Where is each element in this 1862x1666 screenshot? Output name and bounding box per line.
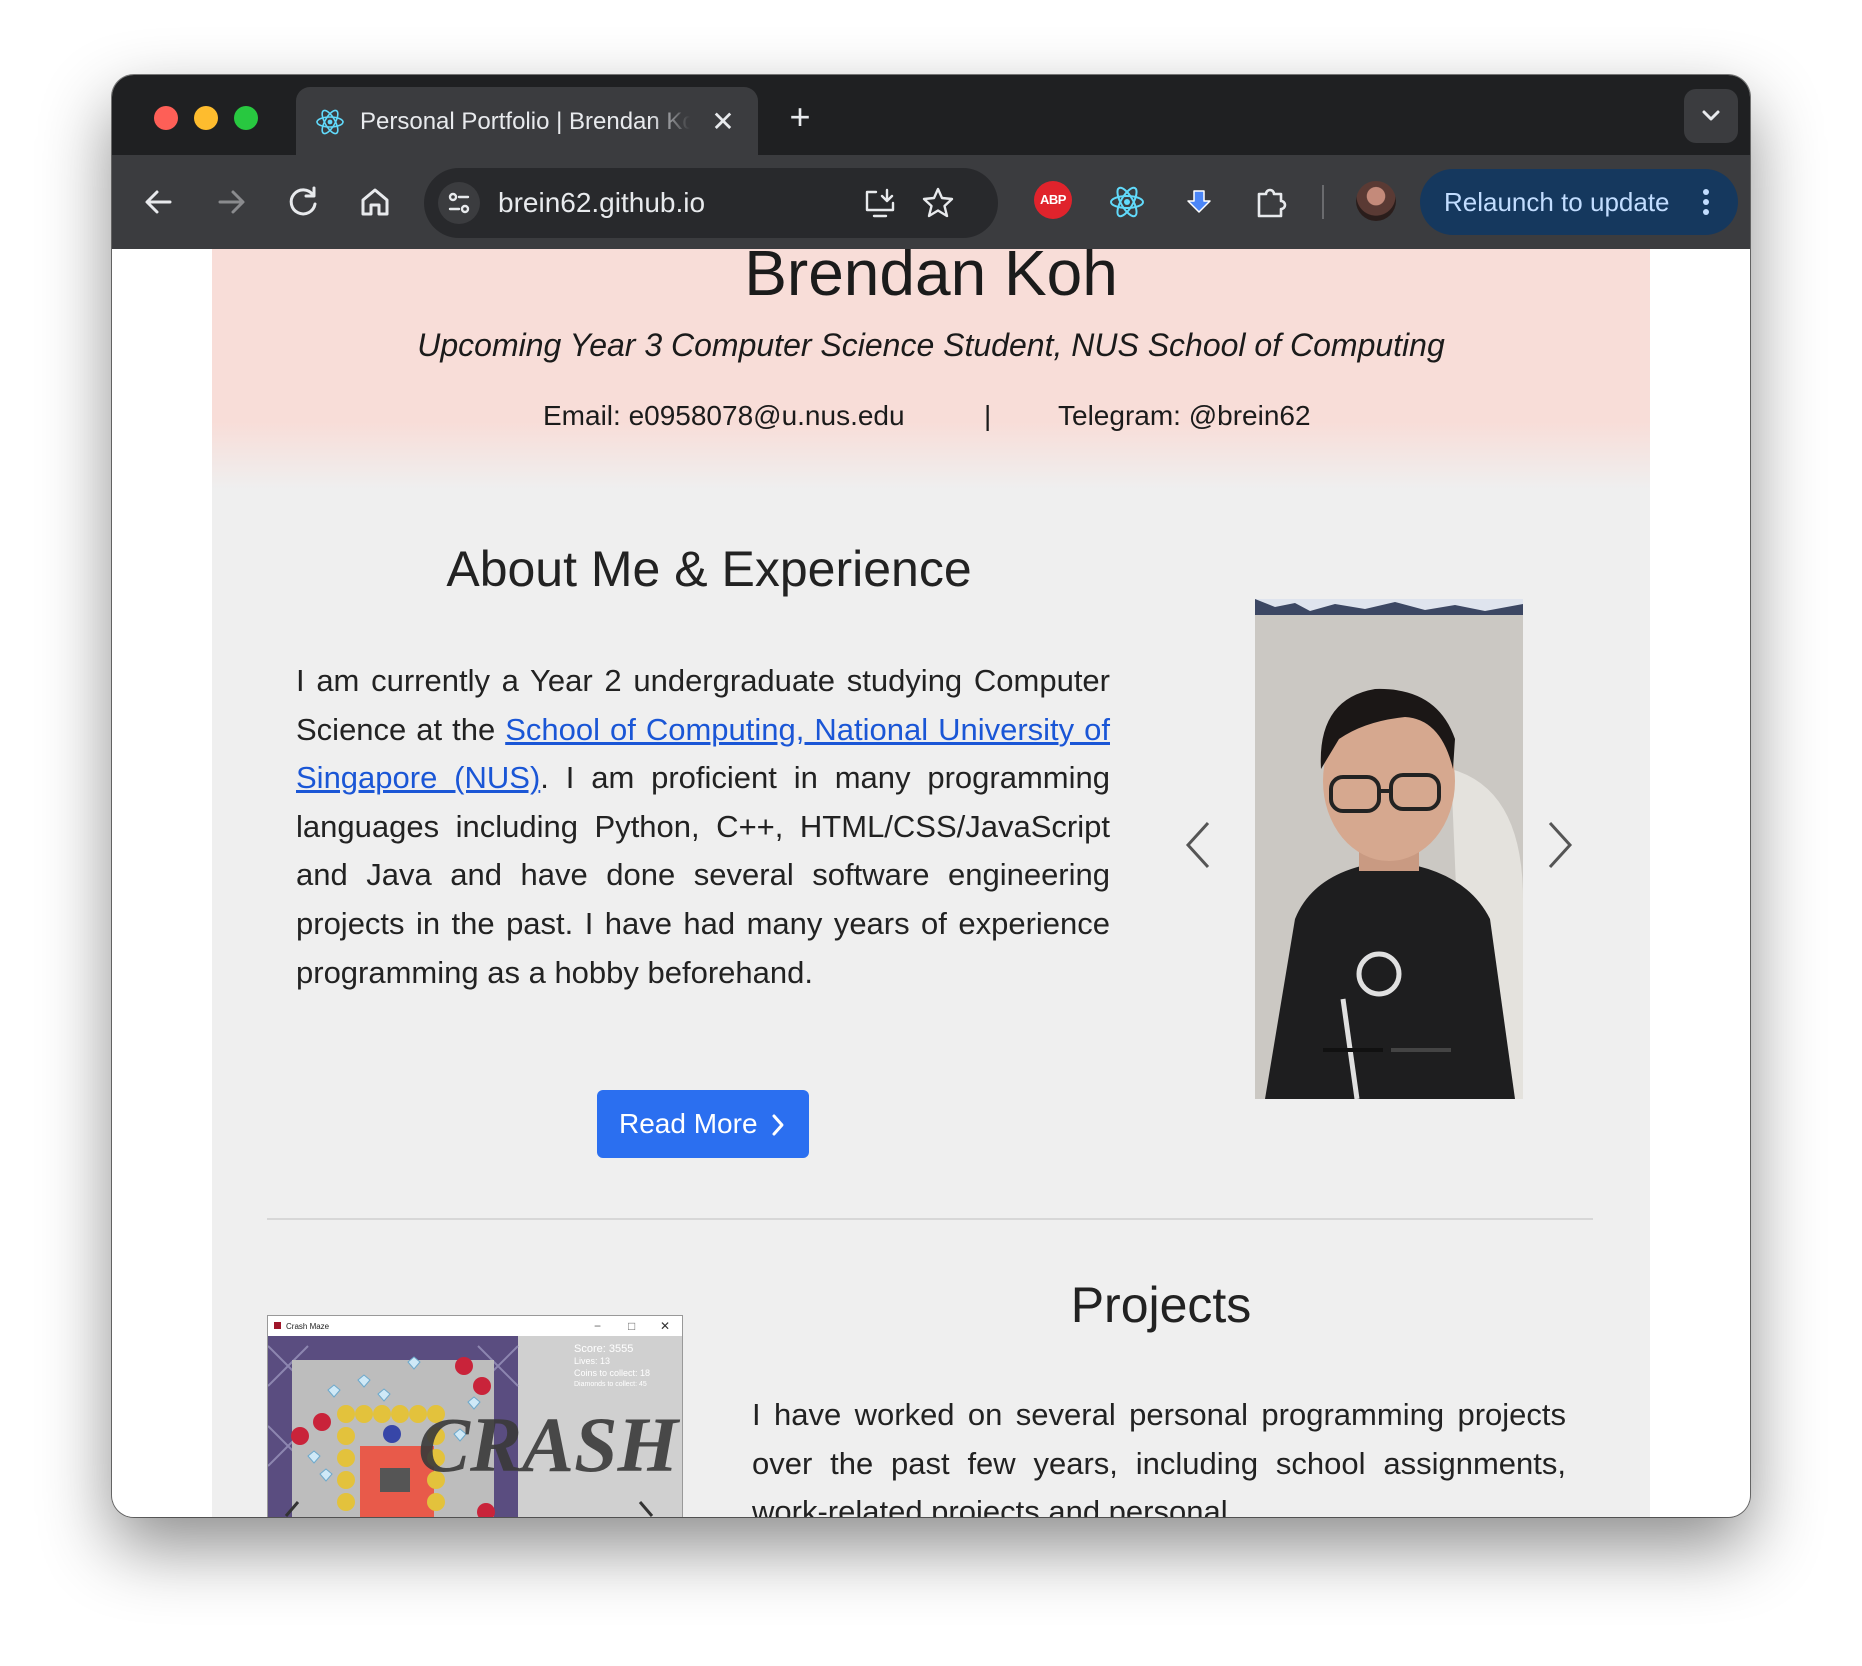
- project-screenshot[interactable]: Crash Maze − □ ✕ CRASH Score: 3555 Lives…: [267, 1315, 683, 1517]
- site-info-button[interactable]: [438, 182, 480, 224]
- adblock-icon[interactable]: ABP: [1034, 181, 1072, 219]
- svg-text:□: □: [628, 1319, 635, 1333]
- minimize-window-button[interactable]: [194, 106, 218, 130]
- download-extension-icon[interactable]: [1178, 181, 1220, 223]
- kebab-menu-icon[interactable]: [1696, 185, 1716, 219]
- back-arrow-icon[interactable]: [136, 179, 182, 225]
- new-tab-button[interactable]: +: [782, 99, 818, 135]
- bookmark-star-icon[interactable]: [920, 185, 956, 221]
- profile-avatar[interactable]: [1356, 181, 1396, 221]
- about-paragraph: I am currently a Year 2 undergraduate st…: [296, 657, 1110, 997]
- extensions-puzzle-icon[interactable]: [1250, 181, 1292, 223]
- close-window-button[interactable]: [154, 106, 178, 130]
- tab-title: Personal Portfolio | Brendan Koh: [360, 108, 690, 135]
- chevron-right-icon: [772, 1114, 784, 1136]
- relaunch-label: Relaunch to update: [1444, 187, 1670, 217]
- svg-text:✕: ✕: [660, 1319, 670, 1333]
- contact-separator: |: [984, 400, 992, 431]
- maximize-window-button[interactable]: [234, 106, 258, 130]
- section-divider: [267, 1218, 1593, 1220]
- title-bar: Personal Portfolio | Brendan Koh ✕ +: [112, 75, 1750, 155]
- header-banner: Brendan Koh Upcoming Year 3 Computer Sci…: [212, 249, 1650, 489]
- crash-maze-screenshot: Crash Maze − □ ✕ CRASH Score: 3555 Lives…: [268, 1316, 682, 1517]
- react-favicon-icon: [316, 109, 344, 135]
- tab-close-icon[interactable]: ✕: [708, 107, 738, 137]
- shot-lives: Lives: 13: [574, 1356, 610, 1366]
- page-viewport[interactable]: Brendan Koh Upcoming Year 3 Computer Sci…: [112, 249, 1750, 1517]
- address-bar[interactable]: brein62.github.io: [424, 168, 998, 238]
- carousel-prev-icon[interactable]: [1180, 817, 1216, 873]
- site-info-icon: [448, 192, 470, 214]
- carousel-next-icon[interactable]: [1542, 817, 1578, 873]
- subtitle: Upcoming Year 3 Computer Science Student…: [417, 327, 1445, 363]
- svg-text:CRASH: CRASH: [418, 1401, 680, 1488]
- photo-carousel: [1255, 599, 1523, 1099]
- projects-heading: Projects: [1070, 1277, 1252, 1333]
- about-heading: About Me & Experience: [446, 541, 972, 597]
- reload-icon[interactable]: [280, 179, 326, 225]
- url-text[interactable]: brein62.github.io: [498, 186, 705, 220]
- react-devtools-icon[interactable]: [1106, 181, 1148, 223]
- read-more-button[interactable]: Read More: [597, 1090, 809, 1158]
- toolbar-separator: [1322, 185, 1324, 219]
- shot-score: Score: 3555: [574, 1343, 633, 1355]
- install-app-icon[interactable]: [862, 185, 898, 221]
- browser-toolbar: brein62.github.io ABP Relaunch to update: [112, 155, 1750, 249]
- shot-diamonds: Diamonds to collect: 45: [574, 1381, 647, 1388]
- chevron-down-icon: [1702, 110, 1720, 121]
- email-text: Email: e0958078@u.nus.edu: [543, 400, 905, 431]
- shot-coins: Coins to collect: 18: [574, 1368, 650, 1378]
- read-more-label: Read More: [619, 1108, 758, 1139]
- telegram-text: Telegram: @brein62: [1058, 400, 1311, 431]
- forward-arrow-icon[interactable]: [208, 179, 254, 225]
- tab-search-button[interactable]: [1684, 89, 1738, 143]
- browser-window: Personal Portfolio | Brendan Koh ✕ + bre…: [112, 75, 1750, 1517]
- page-title: Brendan Koh: [744, 249, 1118, 309]
- projects-paragraph: I have worked on several personal progra…: [752, 1397, 1566, 1517]
- tab-active[interactable]: Personal Portfolio | Brendan Koh ✕: [296, 87, 758, 155]
- shot-window-title: Crash Maze: [286, 1322, 330, 1331]
- relaunch-button[interactable]: Relaunch to update: [1420, 169, 1738, 235]
- profile-photo: [1255, 599, 1523, 1099]
- home-icon[interactable]: [352, 179, 398, 225]
- svg-text:−: −: [594, 1319, 601, 1333]
- portfolio-page: Brendan Koh Upcoming Year 3 Computer Sci…: [212, 249, 1650, 1517]
